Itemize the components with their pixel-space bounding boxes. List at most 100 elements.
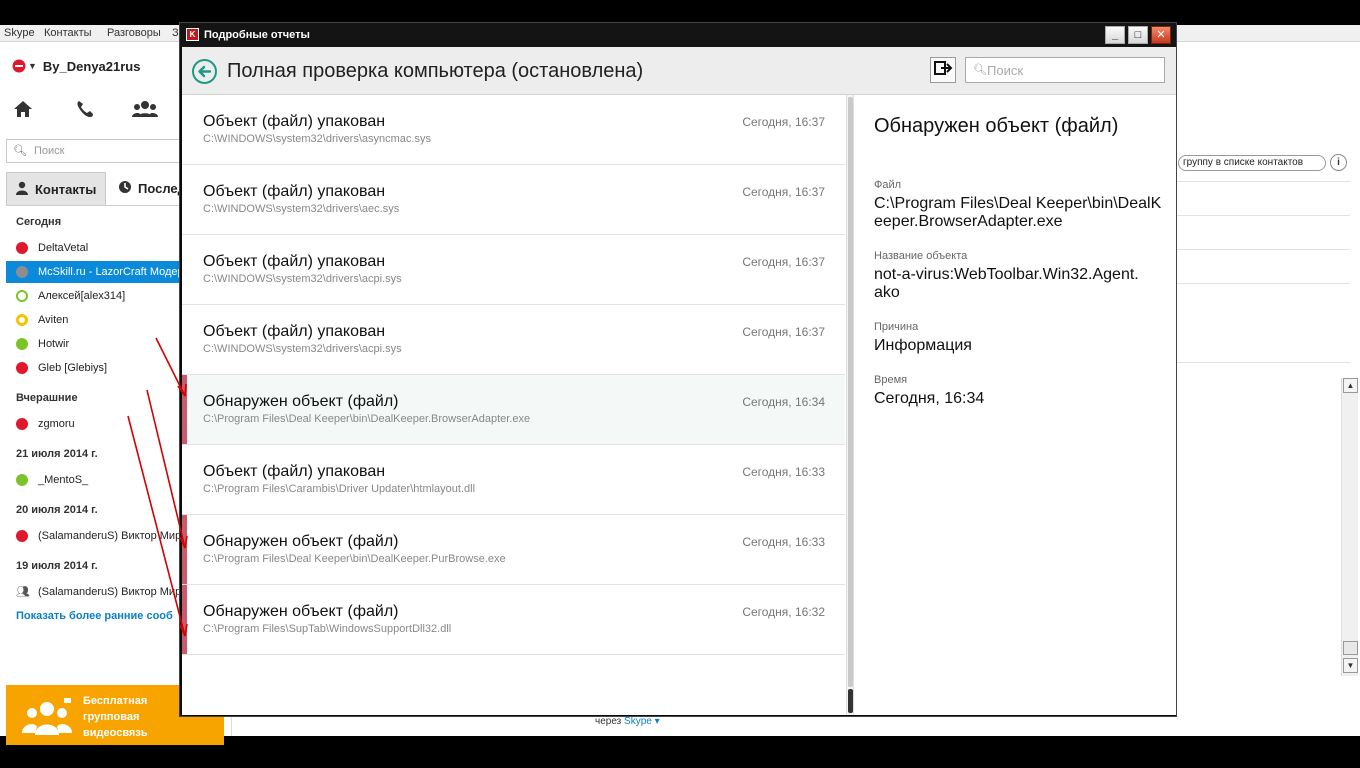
event-title: Объект (файл) упакован xyxy=(203,253,386,270)
tab-contacts[interactable]: Контакты xyxy=(6,172,106,205)
status-icon xyxy=(16,314,28,326)
menu-more[interactable]: З xyxy=(172,27,179,39)
report-row[interactable]: Обнаружен объект (файл) C:\Program Files\… xyxy=(182,585,845,655)
report-row[interactable]: Объект (файл) упакован C:\Program Files\C… xyxy=(182,445,845,515)
info-icon[interactable]: i xyxy=(1330,154,1347,171)
user-status-menu[interactable]: ▼ By_Denya21rus xyxy=(12,56,140,76)
detail-reason-value: Информация xyxy=(874,337,972,354)
tab-contacts-label: Контакты xyxy=(35,181,97,197)
window-title: Подробные отчеты xyxy=(204,29,310,41)
detail-time-value: Сегодня, 16:34 xyxy=(874,390,985,407)
event-time: Сегодня, 16:33 xyxy=(742,465,825,479)
event-time: Сегодня, 16:37 xyxy=(742,115,825,129)
reports-titlebar[interactable]: K Подробные отчеты _ □ ✕ xyxy=(180,23,1176,47)
contact-name: Gleb [Glebiys] xyxy=(38,362,108,374)
show-earlier-messages-link[interactable]: Показать более ранние сооб xyxy=(16,610,173,622)
detail-title: Обнаружен объект (файл) xyxy=(874,115,1119,137)
promo-text: Бесплатная групповая видеосвязь xyxy=(83,695,148,739)
export-button[interactable] xyxy=(930,57,956,83)
event-time: Сегодня, 16:37 xyxy=(742,325,825,339)
scroll-down-icon[interactable]: ▼ xyxy=(1343,658,1358,673)
close-button[interactable]: ✕ xyxy=(1151,26,1171,44)
menu-conversations[interactable]: Разговоры xyxy=(107,27,161,39)
contact-name: Aviten xyxy=(38,314,69,326)
home-icon[interactable] xyxy=(12,98,34,126)
status-icon xyxy=(16,530,28,542)
scroll-thumb-end[interactable] xyxy=(848,689,853,713)
event-title: Обнаружен объект (файл) xyxy=(203,533,399,550)
scroll-thumb[interactable] xyxy=(848,97,853,687)
status-icon xyxy=(16,266,28,278)
status-icon xyxy=(16,474,28,486)
event-title: Объект (файл) упакован xyxy=(203,183,386,200)
contact-name: McSkill.ru - LazorCraft Модер xyxy=(38,266,184,278)
report-row[interactable]: Обнаружен объект (файл) C:\Program Files\… xyxy=(182,375,845,445)
event-time: Сегодня, 16:37 xyxy=(742,185,825,199)
report-row[interactable]: Обнаружен объект (файл) C:\Program Files\… xyxy=(182,515,845,585)
reports-window: K Подробные отчеты _ □ ✕ Полная проверка… xyxy=(179,22,1177,717)
event-details-panel: Обнаружен объект (файл) Файл C:\Program … xyxy=(855,95,1176,715)
group-video-icon xyxy=(20,697,74,745)
phone-icon[interactable] xyxy=(74,98,96,126)
menu-skype[interactable]: Skype xyxy=(4,27,35,39)
contact-name: (SalamanderuS) Виктор Мирн xyxy=(38,586,188,598)
event-path: C:\WINDOWS\system32\drivers\aec.sys xyxy=(203,203,400,215)
divider xyxy=(1176,362,1350,363)
report-row[interactable]: Объект (файл) упакован C:\WINDOWS\system3… xyxy=(182,165,845,235)
threat-marker xyxy=(182,375,187,444)
divider xyxy=(1176,181,1350,182)
status-icon xyxy=(16,290,28,302)
contact-name: DeltaVetal xyxy=(38,242,89,254)
event-time: Сегодня, 16:33 xyxy=(742,535,825,549)
event-title: Обнаружен объект (файл) xyxy=(203,603,399,620)
event-title: Объект (файл) упакован xyxy=(203,323,386,340)
report-row[interactable]: Объект (файл) упакован C:\WINDOWS\system3… xyxy=(182,305,845,375)
group-icon: 👥︎ xyxy=(16,586,30,598)
threat-marker xyxy=(182,515,187,584)
detail-name-label: Название объекта xyxy=(874,250,968,262)
group-icon[interactable] xyxy=(132,98,158,126)
report-events-list: Объект (файл) упакован C:\WINDOWS\system3… xyxy=(182,95,845,715)
chevron-down-icon[interactable]: ▾ xyxy=(655,716,660,727)
skype-status-icon xyxy=(12,59,26,73)
arrow-left-icon xyxy=(198,65,212,78)
event-path: C:\Program Files\Carambis\Driver Updater… xyxy=(203,483,476,495)
chevron-down-icon: ▼ xyxy=(28,61,37,71)
contact-name: Алексей[alex314] xyxy=(38,290,126,302)
detail-time-label: Время xyxy=(874,374,908,386)
status-icon xyxy=(16,242,28,254)
report-row[interactable]: Объект (файл) упакован C:\WINDOWS\system3… xyxy=(182,95,845,165)
date-group-header: 21 июля 2014 г. xyxy=(16,448,98,460)
chat-scrollbar[interactable]: ▲ ▼ xyxy=(1341,378,1358,676)
event-path: C:\WINDOWS\system32\drivers\acpi.sys xyxy=(203,343,402,355)
event-path: C:\WINDOWS\system32\drivers\acpi.sys xyxy=(203,273,402,285)
event-time: Сегодня, 16:34 xyxy=(742,395,825,409)
list-scrollbar[interactable] xyxy=(846,95,854,715)
date-group-header: 20 июля 2014 г. xyxy=(16,504,98,516)
minimize-button[interactable]: _ xyxy=(1105,26,1125,44)
event-time: Сегодня, 16:37 xyxy=(742,255,825,269)
date-group-header: 19 июля 2014 г. xyxy=(16,560,98,572)
report-search-input[interactable]: 🔍︎ Поиск xyxy=(965,57,1165,83)
report-row[interactable]: Объект (файл) упакован C:\WINDOWS\system3… xyxy=(182,235,845,305)
skype-content-right: группу в списке контактов i ▲ ▼ xyxy=(1176,42,1360,736)
maximize-button[interactable]: □ xyxy=(1128,26,1148,44)
contact-name: _MentoS_ xyxy=(38,474,89,486)
kaspersky-logo-icon: K xyxy=(186,28,199,41)
scroll-up-icon[interactable]: ▲ xyxy=(1343,378,1358,393)
event-path: C:\Program Files\SupTab\WindowsSupportDl… xyxy=(203,623,452,635)
detail-reason-label: Причина xyxy=(874,321,919,333)
clock-icon xyxy=(118,180,132,197)
event-path: C:\Program Files\Deal Keeper\bin\DealKee… xyxy=(203,413,531,425)
export-icon xyxy=(934,61,953,75)
scroll-thumb[interactable] xyxy=(1343,641,1358,655)
search-placeholder: Поиск xyxy=(34,145,65,157)
via-skype-link[interactable]: Skype xyxy=(624,716,652,727)
status-icon xyxy=(16,418,28,430)
detail-name-value: not-a-virus:WebToolbar.Win32.Agent.ako xyxy=(874,266,1139,301)
back-button[interactable] xyxy=(192,59,217,84)
contact-name: (SalamanderuS) Виктор Мирн xyxy=(38,530,188,542)
add-group-button[interactable]: группу в списке контактов xyxy=(1178,155,1326,171)
menu-contacts[interactable]: Контакты xyxy=(44,27,92,39)
detail-file-value: C:\Program Files\Deal Keeper\bin\DealKee… xyxy=(874,195,1162,230)
